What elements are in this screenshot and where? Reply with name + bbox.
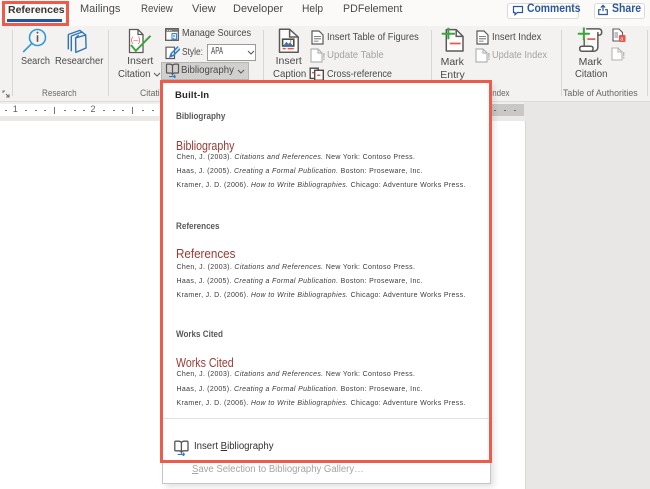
svg-text:!: ! [622, 51, 625, 61]
svg-text:!: ! [322, 52, 325, 63]
svg-text:!: ! [487, 52, 490, 63]
svg-text:(–): (–) [131, 36, 141, 45]
